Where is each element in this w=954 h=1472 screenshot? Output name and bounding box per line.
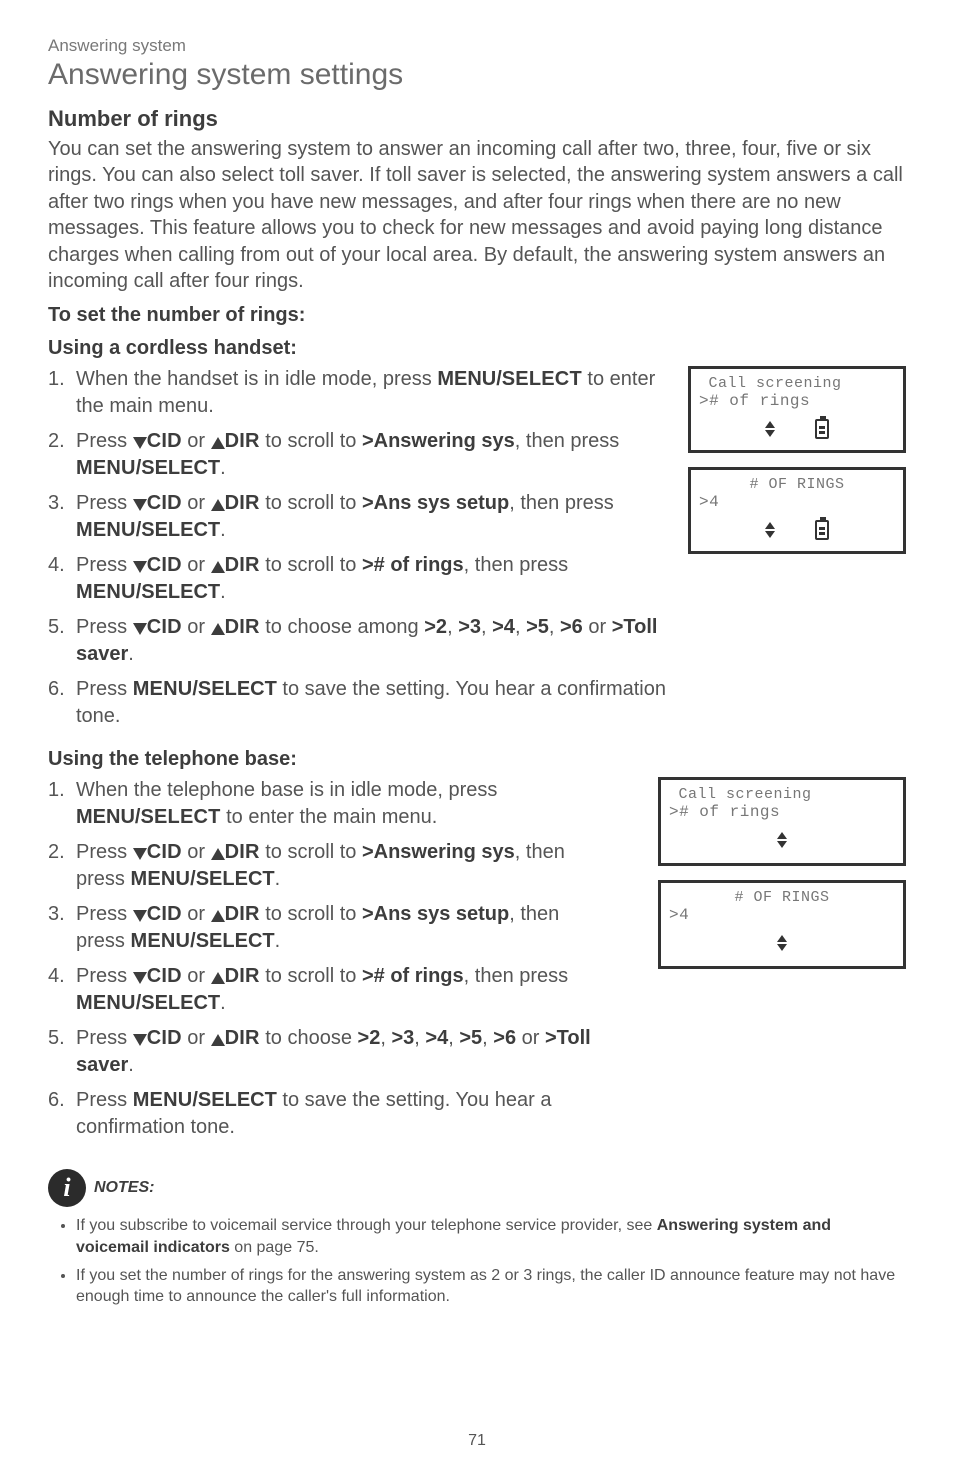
lcd-line: Call screening — [669, 786, 895, 803]
step: Press MENU/SELECT to save the setting. Y… — [48, 676, 674, 730]
lcd-line: Call screening — [699, 375, 895, 392]
heading-number-of-rings: Number of rings — [48, 106, 906, 132]
lcd-column: Call screening ># of rings # OF RINGS >4 — [658, 777, 906, 983]
down-icon — [133, 848, 147, 860]
step: Press CID or DIR to scroll to >Ans sys s… — [48, 490, 658, 544]
lcd-line: >4 — [699, 493, 895, 511]
lcd-screen: Call screening ># of rings — [658, 777, 906, 866]
battery-icon — [815, 419, 829, 439]
notes-list: If you subscribe to voicemail service th… — [48, 1215, 906, 1307]
heading-base: Using the telephone base: — [48, 748, 906, 771]
lcd-title: # OF RINGS — [699, 476, 895, 493]
up-icon — [211, 499, 225, 511]
down-icon — [133, 499, 147, 511]
up-icon — [211, 623, 225, 635]
step: Press CID or DIR to scroll to >Ans sys s… — [48, 901, 608, 955]
note-item: If you subscribe to voicemail service th… — [76, 1215, 906, 1258]
heading-to-set: To set the number of rings: — [48, 304, 906, 327]
down-icon — [133, 910, 147, 922]
updown-icon — [765, 522, 775, 538]
step: Press CID or DIR to scroll to >Answering… — [48, 839, 608, 893]
up-icon — [211, 972, 225, 984]
down-icon — [133, 1034, 147, 1046]
breadcrumb: Answering system — [48, 36, 906, 56]
notes-label: NOTES: — [94, 1179, 154, 1197]
page-number: 71 — [0, 1432, 954, 1450]
lcd-line: ># of rings — [669, 803, 895, 821]
notes-header: i NOTES: — [48, 1169, 906, 1207]
updown-icon — [777, 935, 787, 951]
up-icon — [211, 437, 225, 449]
down-icon — [133, 437, 147, 449]
step: When the telephone base is in idle mode,… — [48, 777, 608, 831]
intro-paragraph: You can set the answering system to answ… — [48, 136, 906, 294]
up-icon — [211, 1034, 225, 1046]
heading-cordless: Using a cordless handset: — [48, 337, 906, 360]
step: Press CID or DIR to choose >2, >3, >4, >… — [48, 1025, 608, 1079]
up-icon — [211, 848, 225, 860]
lcd-screen: # OF RINGS >4 — [688, 467, 906, 554]
lcd-line: ># of rings — [699, 392, 895, 410]
step: Press CID or DIR to choose among >2, >3,… — [48, 614, 658, 668]
note-item: If you set the number of rings for the a… — [76, 1265, 906, 1308]
step: Press CID or DIR to scroll to ># of ring… — [48, 963, 608, 1017]
info-icon: i — [48, 1169, 86, 1207]
down-icon — [133, 561, 147, 573]
lcd-screen: Call screening ># of rings — [688, 366, 906, 453]
lcd-column: Call screening ># of rings # OF RINGS >4 — [688, 366, 906, 568]
step: Press CID or DIR to scroll to ># of ring… — [48, 552, 658, 606]
step: Press CID or DIR to scroll to >Answering… — [48, 428, 658, 482]
steps-handset: When the handset is in idle mode, press … — [48, 366, 674, 730]
lcd-screen: # OF RINGS >4 — [658, 880, 906, 969]
step: Press MENU/SELECT to save the setting. Y… — [48, 1087, 644, 1141]
up-icon — [211, 561, 225, 573]
updown-icon — [765, 421, 775, 437]
updown-icon — [777, 832, 787, 848]
section-title: Answering system settings — [48, 58, 906, 92]
step: When the handset is in idle mode, press … — [48, 366, 674, 420]
lcd-line: >4 — [669, 906, 895, 924]
down-icon — [133, 972, 147, 984]
down-icon — [133, 623, 147, 635]
up-icon — [211, 910, 225, 922]
battery-icon — [815, 520, 829, 540]
steps-base: When the telephone base is in idle mode,… — [48, 777, 644, 1141]
lcd-title: # OF RINGS — [669, 889, 895, 906]
